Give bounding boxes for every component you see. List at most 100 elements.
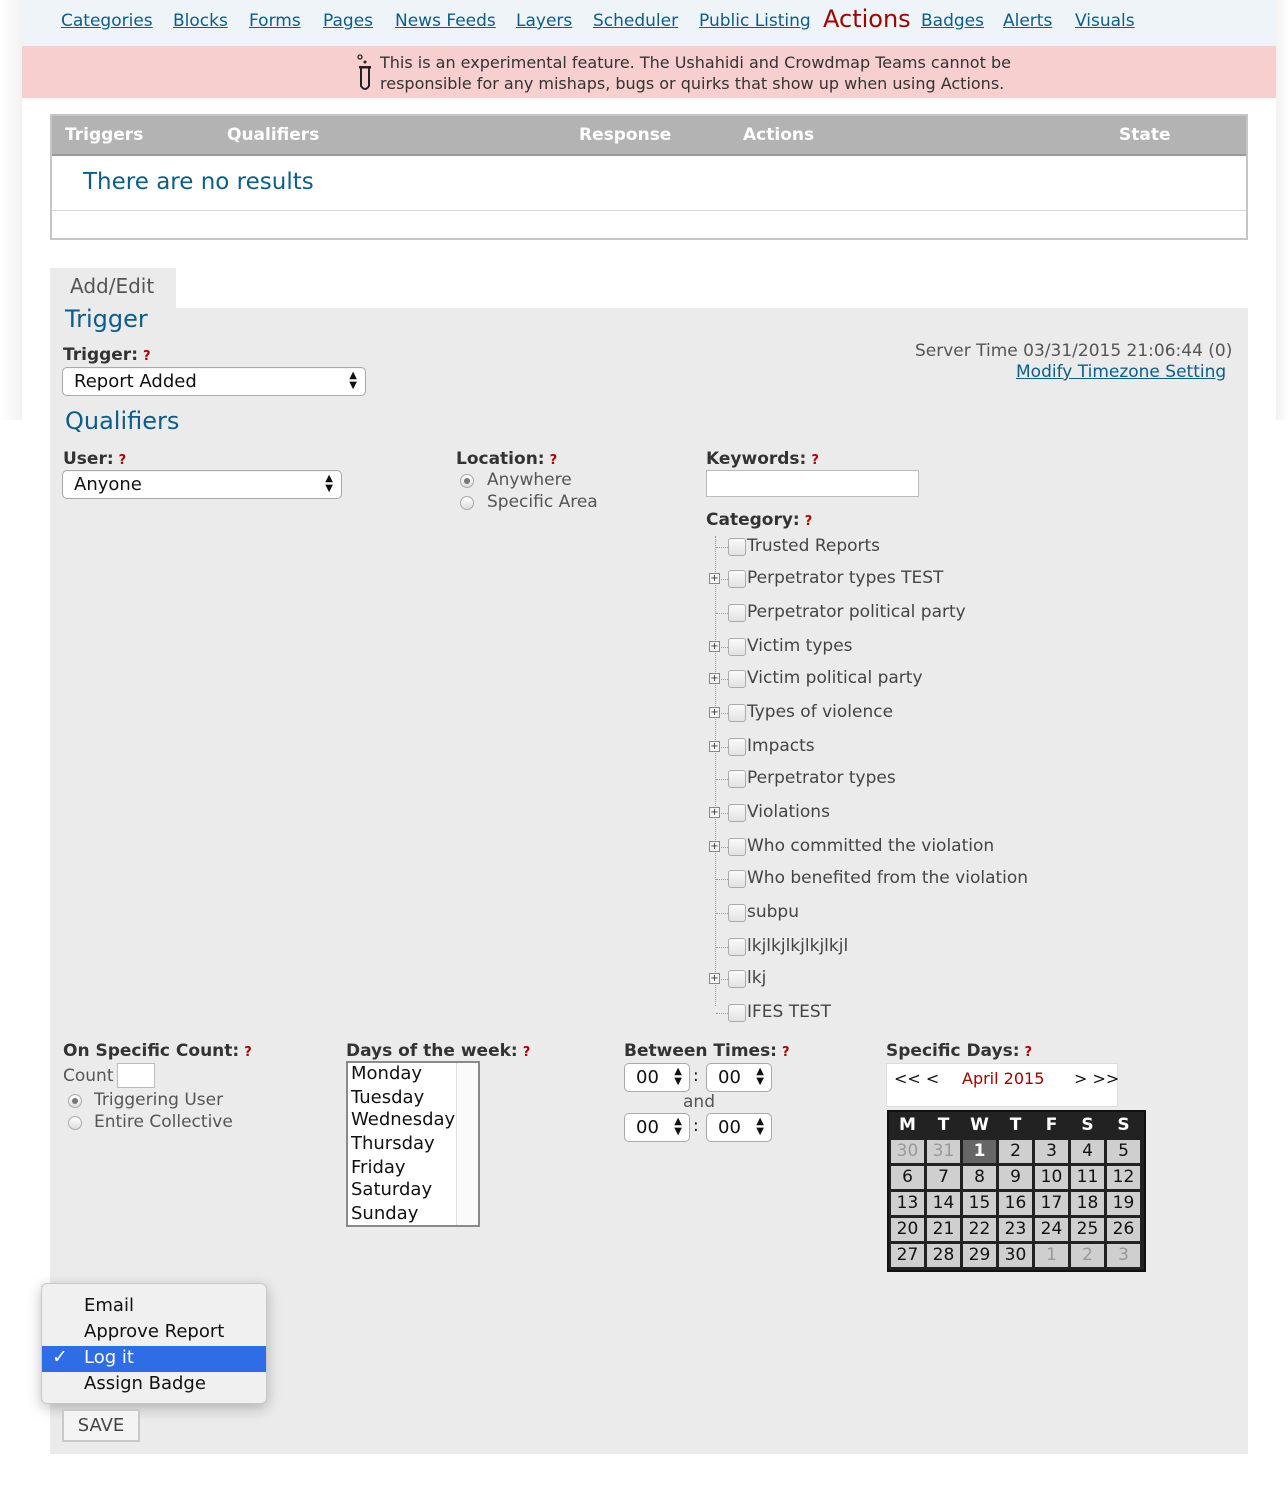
calendar-day-cell[interactable]: 11 bbox=[1071, 1166, 1104, 1189]
calendar-day-cell[interactable]: 2 bbox=[1071, 1244, 1104, 1267]
help-icon[interactable]: ? bbox=[143, 349, 151, 364]
nav-alerts[interactable]: Alerts bbox=[1003, 11, 1052, 31]
calendar-day-cell[interactable]: 1 bbox=[963, 1140, 996, 1163]
calendar-day-cell[interactable]: 26 bbox=[1107, 1218, 1140, 1241]
help-icon[interactable]: ? bbox=[244, 1045, 252, 1060]
menu-option-approve-report[interactable]: Approve Report bbox=[42, 1320, 266, 1346]
calendar-day-cell[interactable]: 6 bbox=[891, 1166, 924, 1189]
calendar-day-cell[interactable]: 1 bbox=[1035, 1244, 1068, 1267]
expand-icon[interactable]: + bbox=[709, 573, 720, 584]
calendar-day-cell[interactable]: 14 bbox=[927, 1192, 960, 1215]
calendar-day-cell[interactable]: 13 bbox=[891, 1192, 924, 1215]
category-checkbox[interactable] bbox=[728, 904, 746, 922]
location-specific-area-radio[interactable] bbox=[460, 496, 474, 510]
calendar-day-cell[interactable]: 24 bbox=[1035, 1218, 1068, 1241]
calendar-day-cell[interactable]: 5 bbox=[1107, 1140, 1140, 1163]
calendar-day-cell[interactable]: 31 bbox=[927, 1140, 960, 1163]
help-icon[interactable]: ? bbox=[119, 453, 127, 468]
calendar-day-cell[interactable]: 7 bbox=[927, 1166, 960, 1189]
category-checkbox[interactable] bbox=[728, 538, 746, 556]
count-input[interactable] bbox=[117, 1063, 155, 1088]
expand-icon[interactable]: + bbox=[709, 841, 720, 852]
nav-layers[interactable]: Layers bbox=[516, 11, 572, 31]
day-option-thursday[interactable]: Thursday bbox=[351, 1133, 435, 1154]
end-minute-select[interactable]: 00 ▲ ▼ bbox=[706, 1113, 772, 1142]
help-icon[interactable]: ? bbox=[782, 1045, 790, 1060]
calendar-day-cell[interactable]: 30 bbox=[891, 1140, 924, 1163]
category-checkbox[interactable] bbox=[728, 570, 746, 588]
calendar-day-cell[interactable]: 3 bbox=[1107, 1244, 1140, 1267]
category-checkbox[interactable] bbox=[728, 638, 746, 656]
calendar-day-cell[interactable]: 8 bbox=[963, 1166, 996, 1189]
category-checkbox[interactable] bbox=[728, 938, 746, 956]
category-checkbox[interactable] bbox=[728, 804, 746, 822]
start-hour-select[interactable]: 00 ▲ ▼ bbox=[624, 1063, 690, 1092]
calendar-next-button[interactable]: > >> bbox=[1074, 1069, 1119, 1088]
day-option-friday[interactable]: Friday bbox=[351, 1157, 406, 1178]
calendar-day-cell[interactable]: 30 bbox=[999, 1244, 1032, 1267]
calendar-day-cell[interactable]: 18 bbox=[1071, 1192, 1104, 1215]
category-checkbox[interactable] bbox=[728, 704, 746, 722]
calendar-day-cell[interactable]: 27 bbox=[891, 1244, 924, 1267]
calendar-day-cell[interactable]: 12 bbox=[1107, 1166, 1140, 1189]
nav-visuals[interactable]: Visuals bbox=[1075, 11, 1135, 31]
calendar-day-cell[interactable]: 16 bbox=[999, 1192, 1032, 1215]
nav-categories[interactable]: Categories bbox=[61, 11, 153, 31]
category-checkbox[interactable] bbox=[728, 838, 746, 856]
day-option-wednesday[interactable]: Wednesday bbox=[351, 1109, 455, 1130]
keywords-input[interactable] bbox=[706, 470, 919, 497]
end-hour-select[interactable]: 00 ▲ ▼ bbox=[624, 1113, 690, 1142]
calendar-day-cell[interactable]: 15 bbox=[963, 1192, 996, 1215]
expand-icon[interactable]: + bbox=[709, 673, 720, 684]
calendar-day-cell[interactable]: 17 bbox=[1035, 1192, 1068, 1215]
calendar-day-cell[interactable]: 10 bbox=[1035, 1166, 1068, 1189]
expand-icon[interactable]: + bbox=[709, 741, 720, 752]
calendar-day-cell[interactable]: 29 bbox=[963, 1244, 996, 1267]
menu-option-assign-badge[interactable]: Assign Badge bbox=[42, 1372, 266, 1398]
nav-forms[interactable]: Forms bbox=[249, 11, 301, 31]
nav-scheduler[interactable]: Scheduler bbox=[593, 11, 678, 31]
nav-pages[interactable]: Pages bbox=[323, 11, 373, 31]
expand-icon[interactable]: + bbox=[709, 973, 720, 984]
calendar-day-cell[interactable]: 2 bbox=[999, 1140, 1032, 1163]
category-checkbox[interactable] bbox=[728, 604, 746, 622]
nav-news-feeds[interactable]: News Feeds bbox=[395, 11, 496, 31]
days-of-week-listbox[interactable]: Monday Tuesday Wednesday Thursday Friday… bbox=[346, 1061, 480, 1227]
help-icon[interactable]: ? bbox=[805, 514, 813, 529]
user-select[interactable]: Anyone ▲ ▼ bbox=[62, 470, 342, 499]
calendar-day-cell[interactable]: 20 bbox=[891, 1218, 924, 1241]
tab-add-edit[interactable]: Add/Edit bbox=[50, 268, 176, 310]
triggering-user-radio[interactable] bbox=[68, 1094, 82, 1108]
entire-collective-radio[interactable] bbox=[68, 1116, 82, 1130]
listbox-scrollbar[interactable] bbox=[456, 1063, 478, 1225]
trigger-select[interactable]: Report Added ▲ ▼ bbox=[62, 367, 366, 396]
menu-option-log-it[interactable]: ✓ Log it bbox=[42, 1346, 266, 1372]
help-icon[interactable]: ? bbox=[811, 453, 819, 468]
day-option-saturday[interactable]: Saturday bbox=[351, 1179, 432, 1200]
nav-blocks[interactable]: Blocks bbox=[173, 11, 228, 31]
location-anywhere-radio[interactable] bbox=[460, 474, 474, 488]
calendar-day-cell[interactable]: 19 bbox=[1107, 1192, 1140, 1215]
expand-icon[interactable]: + bbox=[709, 641, 720, 652]
calendar-day-cell[interactable]: 3 bbox=[1035, 1140, 1068, 1163]
day-option-tuesday[interactable]: Tuesday bbox=[351, 1087, 424, 1108]
calendar-day-cell[interactable]: 9 bbox=[999, 1166, 1032, 1189]
calendar-day-cell[interactable]: 23 bbox=[999, 1218, 1032, 1241]
calendar-day-cell[interactable]: 22 bbox=[963, 1218, 996, 1241]
category-checkbox[interactable] bbox=[728, 670, 746, 688]
calendar-prev-button[interactable]: << < bbox=[894, 1069, 939, 1088]
nav-public-listing[interactable]: Public Listing bbox=[699, 11, 811, 31]
help-icon[interactable]: ? bbox=[550, 453, 558, 468]
calendar-day-cell[interactable]: 25 bbox=[1071, 1218, 1104, 1241]
day-option-monday[interactable]: Monday bbox=[351, 1063, 422, 1084]
calendar-day-cell[interactable]: 21 bbox=[927, 1218, 960, 1241]
start-minute-select[interactable]: 00 ▲ ▼ bbox=[706, 1063, 772, 1092]
help-icon[interactable]: ? bbox=[523, 1045, 531, 1060]
save-button[interactable]: SAVE bbox=[62, 1409, 140, 1442]
expand-icon[interactable]: + bbox=[709, 807, 720, 818]
nav-badges[interactable]: Badges bbox=[921, 11, 984, 31]
category-checkbox[interactable] bbox=[728, 770, 746, 788]
modify-timezone-link[interactable]: Modify Timezone Setting bbox=[1016, 362, 1226, 382]
menu-option-email[interactable]: Email bbox=[42, 1294, 266, 1320]
day-option-sunday[interactable]: Sunday bbox=[351, 1203, 418, 1224]
